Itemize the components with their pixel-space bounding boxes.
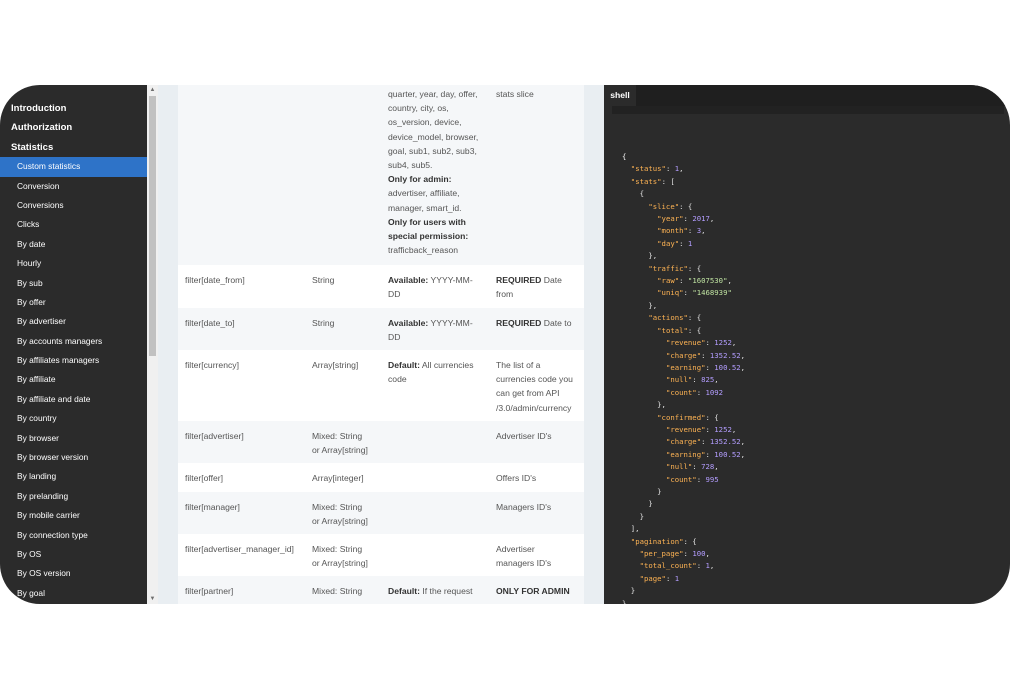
param-description: The list of a currencies code you can ge… <box>496 360 573 413</box>
sidebar-section-authorization[interactable]: Authorization <box>0 118 147 137</box>
param-description: Offers ID's <box>496 473 537 483</box>
app-frame: Introduction Authorization Statistics Cu… <box>0 85 1010 604</box>
sidebar-section-introduction[interactable]: Introduction <box>0 99 147 118</box>
scrollbar-thumb[interactable] <box>149 96 156 356</box>
sidebar-item-by-accounts-managers[interactable]: By accounts managers <box>0 332 147 351</box>
param-values: Default: All currencies code <box>388 360 474 385</box>
param-values: Available: YYYY-MM- DD <box>388 318 473 343</box>
sidebar-item-conversion[interactable]: Conversion <box>0 177 147 196</box>
param-values: Available: YYYY-MM- DD <box>388 275 473 300</box>
sidebar-item-conversions[interactable]: Conversions <box>0 196 147 215</box>
param-name: filter[advertiser_manager_id] <box>185 544 294 554</box>
table-row: filter[advertiser] Mixed: String or Arra… <box>178 421 584 463</box>
sidebar-item-clicks[interactable]: Clicks <box>0 215 147 234</box>
param-description: Managers ID's <box>496 502 552 512</box>
param-name: filter[advertiser] <box>185 431 244 441</box>
sidebar-item-by-browser[interactable]: By browser <box>0 429 147 448</box>
sidebar-item-custom-statistics[interactable]: Custom statistics <box>0 157 147 177</box>
param-values: Default: If the request <box>388 586 473 596</box>
sidebar-item-by-os[interactable]: By OS <box>0 545 147 564</box>
param-type: String <box>312 318 335 328</box>
param-values: quarter, year, day, offer, country, city… <box>388 89 479 256</box>
json-response: { "status": 1, "stats": [ { "slice": { "… <box>622 152 746 604</box>
table-row: filter[date_from] String Available: YYYY… <box>178 265 584 308</box>
param-name: filter[offer] <box>185 473 224 483</box>
param-type: Mixed: String <box>312 586 363 596</box>
param-type: Mixed: String or Array[string] <box>312 431 368 456</box>
param-name: filter[date_from] <box>185 275 245 285</box>
sidebar-item-by-connection-type[interactable]: By connection type <box>0 526 147 545</box>
sidebar-item-by-affiliates-managers[interactable]: By affiliates managers <box>0 351 147 370</box>
param-description: Advertiser ID's <box>496 431 552 441</box>
table-row: filter[offer] Array[integer] Offers ID's <box>178 463 584 492</box>
sidebar-section-statistics[interactable]: Statistics <box>0 138 147 157</box>
sidebar-item-by-affiliate-and-date[interactable]: By affiliate and date <box>0 390 147 409</box>
param-type: Array[string] <box>312 360 359 370</box>
param-description: Advertiser managers ID's <box>496 544 552 569</box>
sidebar-item-by-mobile-carrier[interactable]: By mobile carrier <box>0 506 147 525</box>
param-type: String <box>312 275 335 285</box>
table-row: filter[currency] Array[string] Default: … <box>178 350 584 421</box>
shell-toolbar-strip <box>612 106 1004 114</box>
table-row: filter[partner] Mixed: String Default: I… <box>178 576 584 604</box>
sidebar: Introduction Authorization Statistics Cu… <box>0 85 147 604</box>
param-description: REQUIRED Date to <box>496 318 572 328</box>
param-name: filter[partner] <box>185 586 234 596</box>
tab-shell[interactable]: shell <box>604 85 636 106</box>
shell-panel: shell { "status": 1, "stats": [ { "slice… <box>604 85 1010 604</box>
sidebar-item-by-date[interactable]: By date <box>0 235 147 254</box>
sidebar-item-by-offer[interactable]: By offer <box>0 293 147 312</box>
shell-tab-bar: shell <box>604 85 1010 106</box>
parameters-table: quarter, year, day, offer, country, city… <box>178 85 584 604</box>
sidebar-item-by-affiliate[interactable]: By affiliate <box>0 370 147 389</box>
param-type: Array[integer] <box>312 473 364 483</box>
param-type: Mixed: String or Array[string] <box>312 502 368 527</box>
param-description: REQUIRED Date from <box>496 275 562 300</box>
param-name: filter[currency] <box>185 360 239 370</box>
param-description: stats slice <box>496 89 534 99</box>
sidebar-item-by-advertiser[interactable]: By advertiser <box>0 312 147 331</box>
table-row: filter[manager] Mixed: String or Array[s… <box>178 492 584 534</box>
param-type: Mixed: String or Array[string] <box>312 544 368 569</box>
param-description: ONLY FOR ADMIN <box>496 586 570 596</box>
scroll-up-arrow-icon[interactable]: ▲ <box>147 87 158 93</box>
sidebar-item-by-goal[interactable]: By goal <box>0 584 147 603</box>
param-name: filter[manager] <box>185 502 240 512</box>
sidebar-item-by-os-version[interactable]: By OS version <box>0 564 147 583</box>
sidebar-item-by-sub[interactable]: By sub <box>0 274 147 293</box>
docs-content: quarter, year, day, offer, country, city… <box>158 85 604 604</box>
param-name: filter[date_to] <box>185 318 235 328</box>
sidebar-item-by-browser-version[interactable]: By browser version <box>0 448 147 467</box>
sidebar-item-by-prelanding[interactable]: By prelanding <box>0 487 147 506</box>
sidebar-item-by-country[interactable]: By country <box>0 409 147 428</box>
sidebar-item-hourly[interactable]: Hourly <box>0 254 147 273</box>
table-row: quarter, year, day, offer, country, city… <box>178 85 584 265</box>
table-row: filter[advertiser_manager_id] Mixed: Str… <box>178 534 584 576</box>
sidebar-scrollbar[interactable]: ▲ ▼ <box>147 85 158 604</box>
table-row: filter[date_to] String Available: YYYY-M… <box>178 308 584 350</box>
scroll-down-arrow-icon[interactable]: ▼ <box>147 596 158 602</box>
sidebar-item-by-landing[interactable]: By landing <box>0 467 147 486</box>
